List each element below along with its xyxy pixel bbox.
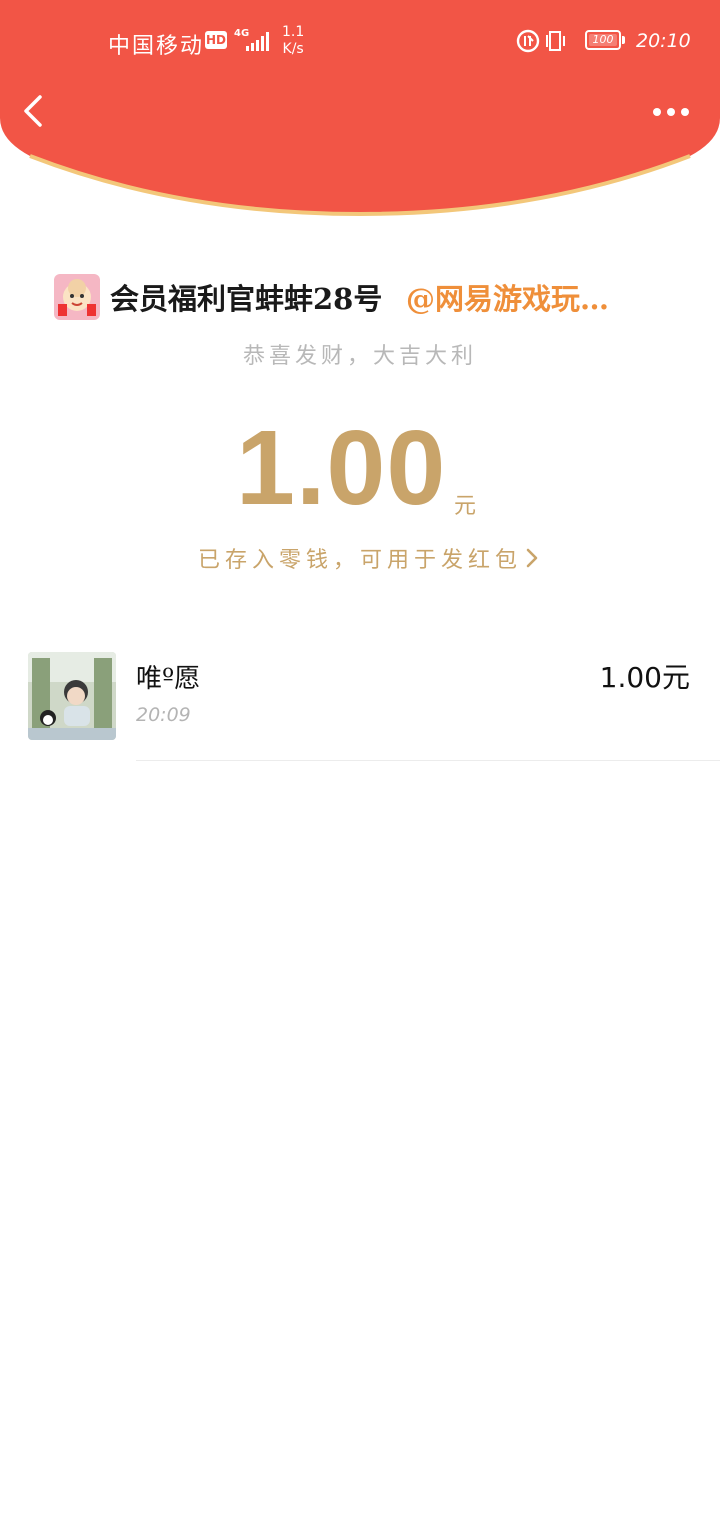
status-time: 20:10 [636,30,691,52]
vibrate-icon [546,31,565,51]
wallet-change-text: 已存入零钱，可用于发红包 [198,548,523,573]
carrier-name: 中国移动 [108,34,205,59]
more-options-button[interactable] [646,92,696,132]
status-bar: 中国移动 HD 4G 1.1 K/s 100 20:10 [0,0,720,80]
battery-icon: 100 [585,30,621,50]
receive-amount: 1.00元 [599,661,690,694]
chevron-right-icon [524,546,540,576]
network-speed-unit: K/s [282,41,304,57]
chevron-left-icon [24,95,42,127]
back-button[interactable] [14,88,60,134]
network-speed-value: 1.1 [282,24,305,40]
sender-name: 会员福利官蚌蚌28号 [110,282,383,316]
network-speed: 1.1 K/s [282,24,304,58]
sender-mention: @网易游戏玩… [406,282,610,316]
blessing-message: 恭喜发财，大吉大利 [242,344,477,369]
signal-icon [246,30,272,56]
battery-level: 100 [589,34,617,46]
battery-tip [622,36,625,44]
more-horizontal-icon [653,108,689,116]
data-saver-icon [516,29,540,53]
divider [136,760,720,761]
sender-info: 会员福利官蚌蚌28号 @网易游戏玩… [54,272,694,320]
list-item[interactable]: 唯º愿 20:09 1.00元 [0,640,720,761]
status-icons [516,28,580,58]
wallet-change-link[interactable]: 已存入零钱，可用于发红包 [198,542,540,576]
received-amount: 1.00 [236,409,447,527]
receiver-name: 唯º愿 [136,664,201,694]
sender-avatar[interactable] [54,274,100,320]
receiver-avatar[interactable] [28,652,116,740]
receive-time: 20:09 [136,704,191,726]
hd-badge: HD [205,31,227,49]
amount-unit: 元 [454,494,477,519]
